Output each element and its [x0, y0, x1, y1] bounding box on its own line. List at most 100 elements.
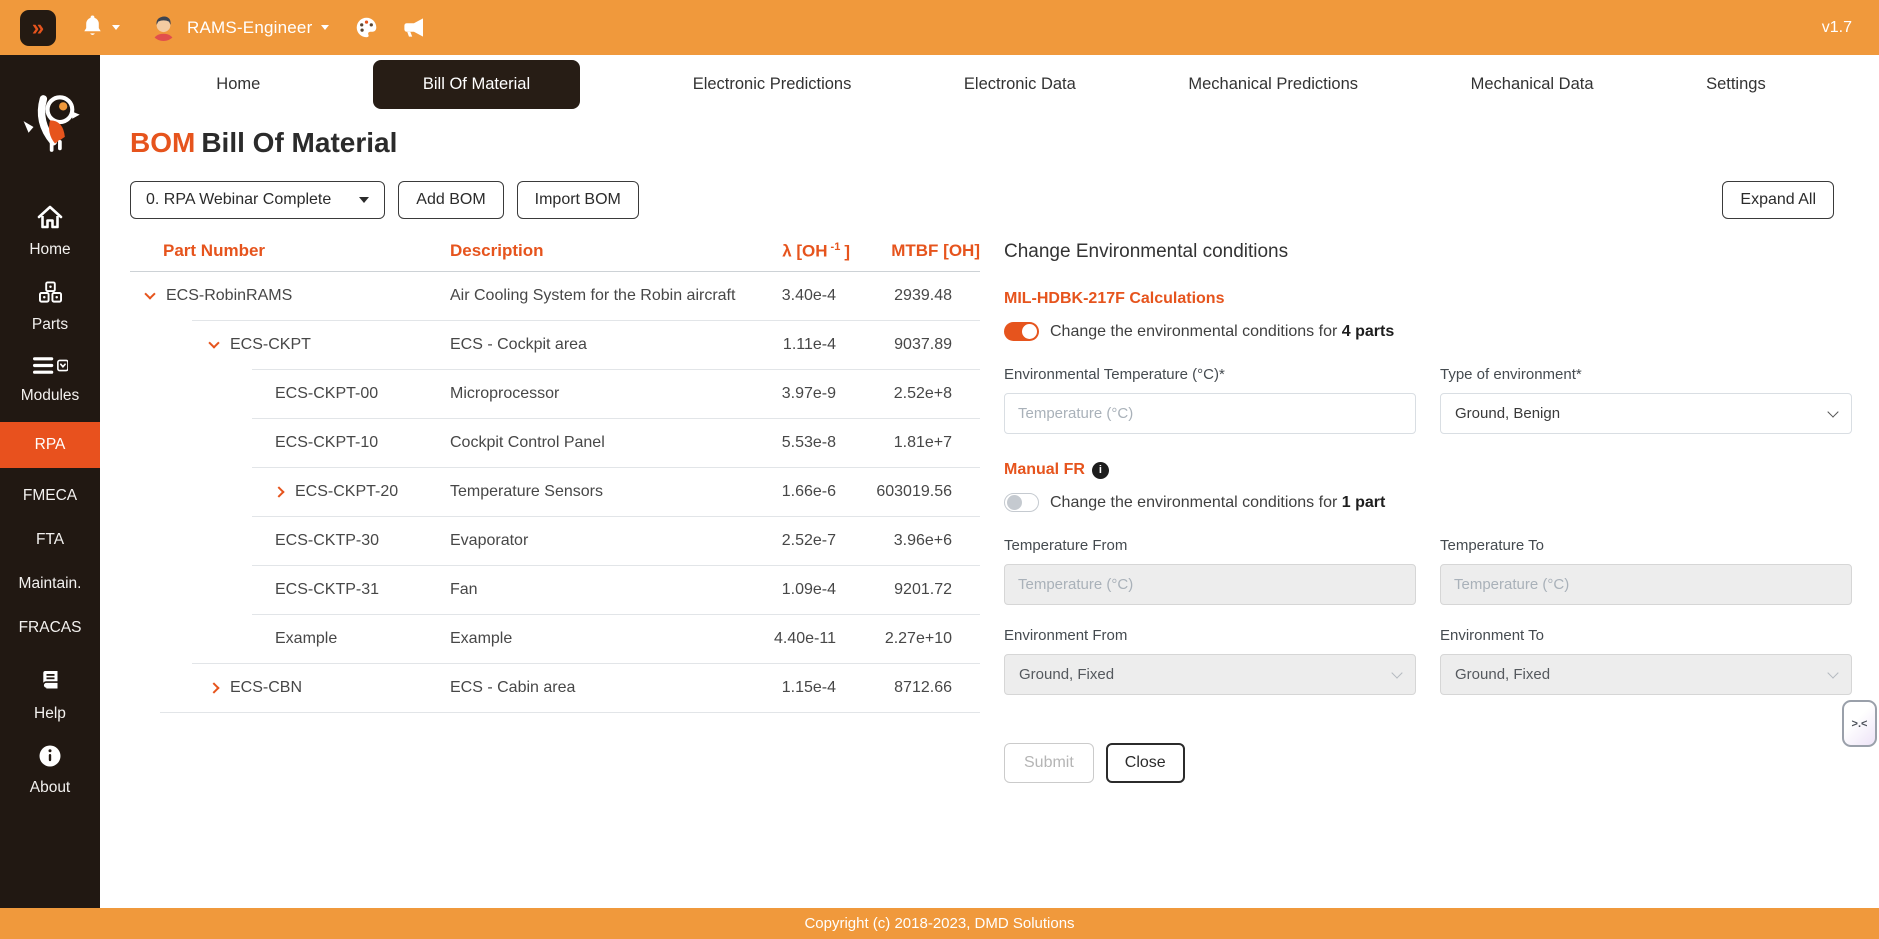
- bom-selector-dropdown[interactable]: 0. RPA Webinar Complete: [130, 181, 385, 219]
- extension-widget[interactable]: >.<: [1842, 700, 1877, 747]
- sidebar-item-help[interactable]: Help: [0, 658, 100, 734]
- sidebar-item-label: Parts: [32, 316, 68, 334]
- sidebar-item-maintain[interactable]: Maintain.: [0, 562, 100, 606]
- theme-palette-icon[interactable]: [355, 16, 378, 39]
- page-title: BOMBill Of Material: [130, 127, 1852, 159]
- sidebar-item-rpa[interactable]: RPA: [0, 422, 100, 468]
- temperature-to-label: Temperature To: [1440, 537, 1852, 554]
- sidebar-collapse-button[interactable]: »: [20, 10, 56, 46]
- tab-bill-of-material[interactable]: Bill Of Material: [373, 60, 580, 109]
- tab-home[interactable]: Home: [216, 75, 260, 94]
- info-icon: [39, 745, 61, 772]
- column-header-part-number[interactable]: Part Number: [130, 241, 450, 262]
- cubes-icon: [37, 281, 64, 309]
- sidebar-item-label: RPA: [35, 436, 66, 454]
- chevron-down-icon: [359, 197, 369, 203]
- column-header-mtbf[interactable]: MTBF [OH]: [850, 241, 980, 262]
- tab-settings[interactable]: Settings: [1706, 75, 1766, 94]
- table-row[interactable]: Example Example 4.40e-11 2.27e+10: [130, 615, 980, 664]
- mil-hdbk-toggle-row: Change the environmental conditions for …: [1004, 322, 1852, 341]
- environmental-temperature-input[interactable]: [1004, 393, 1416, 434]
- sidebar-item-label: Maintain.: [19, 575, 82, 593]
- notifications-menu[interactable]: [82, 14, 120, 42]
- tab-electronic-data[interactable]: Electronic Data: [964, 75, 1076, 94]
- environment-from-label: Environment From: [1004, 627, 1416, 644]
- chevron-down-icon: [112, 25, 120, 30]
- environment-from-field: Environment From Ground, Fixed: [1004, 627, 1416, 695]
- column-header-lambda[interactable]: λ [OH-1]: [750, 241, 850, 262]
- sidebar-item-fmeca[interactable]: FMECA: [0, 474, 100, 518]
- temperature-from-field: Temperature From: [1004, 537, 1416, 605]
- sidebar-nav: Home Parts Modules RPA FMECA FTA Maintai…: [0, 194, 100, 808]
- sidebar-item-label: FTA: [36, 531, 64, 549]
- double-chevron-icon: »: [32, 15, 44, 41]
- chevron-down-icon[interactable]: [208, 337, 219, 348]
- sidebar: Home Parts Modules RPA FMECA FTA Maintai…: [0, 55, 100, 908]
- add-bom-button[interactable]: Add BOM: [398, 181, 503, 219]
- environment-from-select: Ground, Fixed: [1004, 654, 1416, 695]
- info-icon[interactable]: i: [1092, 462, 1109, 479]
- bom-table: Part Number Description λ [OH-1] MTBF [O…: [130, 241, 980, 713]
- book-icon: [38, 669, 62, 698]
- temperature-to-input: [1440, 564, 1852, 605]
- robin-logo: [17, 89, 83, 160]
- table-row[interactable]: ECS-RobinRAMS Air Cooling System for the…: [130, 272, 980, 321]
- sidebar-item-fracas[interactable]: FRACAS: [0, 606, 100, 650]
- table-row[interactable]: ECS-CKPT-20 Temperature Sensors 1.66e-6 …: [130, 468, 980, 517]
- chevron-right-icon[interactable]: [208, 682, 219, 693]
- chevron-down-icon[interactable]: [321, 25, 329, 30]
- mil-hdbk-toggle[interactable]: [1004, 322, 1039, 341]
- sidebar-item-label: About: [30, 779, 71, 797]
- sidebar-item-about[interactable]: About: [0, 734, 100, 808]
- import-bom-button[interactable]: Import BOM: [517, 181, 639, 219]
- chevron-down-icon: [1391, 667, 1402, 678]
- temperature-to-field: Temperature To: [1440, 537, 1852, 605]
- table-row[interactable]: ECS-CKPT-10 Cockpit Control Panel 5.53e-…: [130, 419, 980, 468]
- tab-mechanical-predictions[interactable]: Mechanical Predictions: [1188, 75, 1358, 94]
- table-row[interactable]: ECS-CBN ECS - Cabin area 1.15e-4 8712.66: [130, 664, 980, 713]
- announcements-megaphone-icon[interactable]: [400, 17, 425, 38]
- table-row[interactable]: ECS-CKTP-30 Evaporator 2.52e-7 3.96e+6: [130, 517, 980, 566]
- environment-to-field: Environment To Ground, Fixed: [1440, 627, 1852, 695]
- sidebar-item-label: FMECA: [23, 487, 77, 505]
- copyright-text: Copyright (c) 2018-2023, DMD Solutions: [804, 915, 1074, 932]
- manual-fr-toggle-row: Change the environmental conditions for …: [1004, 493, 1852, 512]
- footer: Copyright (c) 2018-2023, DMD Solutions: [0, 908, 1879, 939]
- table-row[interactable]: ECS-CKPT-00 Microprocessor 3.97e-9 2.52e…: [130, 370, 980, 419]
- sidebar-item-label: Help: [34, 705, 66, 723]
- chevron-down-icon: [1827, 667, 1838, 678]
- sidebar-item-home[interactable]: Home: [0, 194, 100, 270]
- bom-toolbar: 0. RPA Webinar Complete Add BOM Import B…: [130, 181, 1852, 219]
- app-version: v1.7: [1822, 19, 1852, 37]
- mil-hdbk-heading: MIL-HDBK-217F Calculations: [1004, 290, 1852, 308]
- tab-mechanical-data[interactable]: Mechanical Data: [1471, 75, 1594, 94]
- table-row[interactable]: ECS-CKTP-31 Fan 1.09e-4 9201.72: [130, 566, 980, 615]
- module-tabs: Home Bill Of Material Electronic Predict…: [130, 55, 1852, 113]
- tab-electronic-predictions[interactable]: Electronic Predictions: [693, 75, 852, 94]
- environmental-conditions-panel: Change Environmental conditions MIL-HDBK…: [1004, 241, 1852, 783]
- sidebar-item-label: Modules: [21, 387, 80, 405]
- environment-to-label: Environment To: [1440, 627, 1852, 644]
- home-icon: [37, 205, 63, 234]
- expand-all-button[interactable]: Expand All: [1722, 181, 1834, 219]
- user-name[interactable]: RAMS-Engineer: [187, 18, 312, 38]
- manual-fr-toggle[interactable]: [1004, 493, 1039, 512]
- chevron-right-icon[interactable]: [273, 486, 284, 497]
- temperature-from-input: [1004, 564, 1416, 605]
- sidebar-item-fta[interactable]: FTA: [0, 518, 100, 562]
- type-of-environment-select[interactable]: Ground, Benign: [1440, 393, 1852, 434]
- submit-button: Submit: [1004, 743, 1094, 783]
- environmental-temperature-label: Environmental Temperature (°C)*: [1004, 366, 1416, 383]
- table-row[interactable]: ECS-CKPT ECS - Cockpit area 1.11e-4 9037…: [130, 321, 980, 370]
- chevron-down-icon: [1827, 406, 1838, 417]
- sidebar-item-modules[interactable]: Modules: [0, 345, 100, 416]
- panel-title: Change Environmental conditions: [1004, 241, 1852, 263]
- bell-icon: [82, 14, 103, 42]
- sidebar-item-parts[interactable]: Parts: [0, 270, 100, 345]
- column-header-description[interactable]: Description: [450, 241, 750, 262]
- close-button[interactable]: Close: [1106, 743, 1185, 783]
- chevron-down-icon[interactable]: [144, 288, 155, 299]
- main-content: Home Bill Of Material Electronic Predict…: [100, 55, 1879, 908]
- sidebar-item-label: FRACAS: [19, 619, 82, 637]
- avatar[interactable]: [150, 14, 177, 41]
